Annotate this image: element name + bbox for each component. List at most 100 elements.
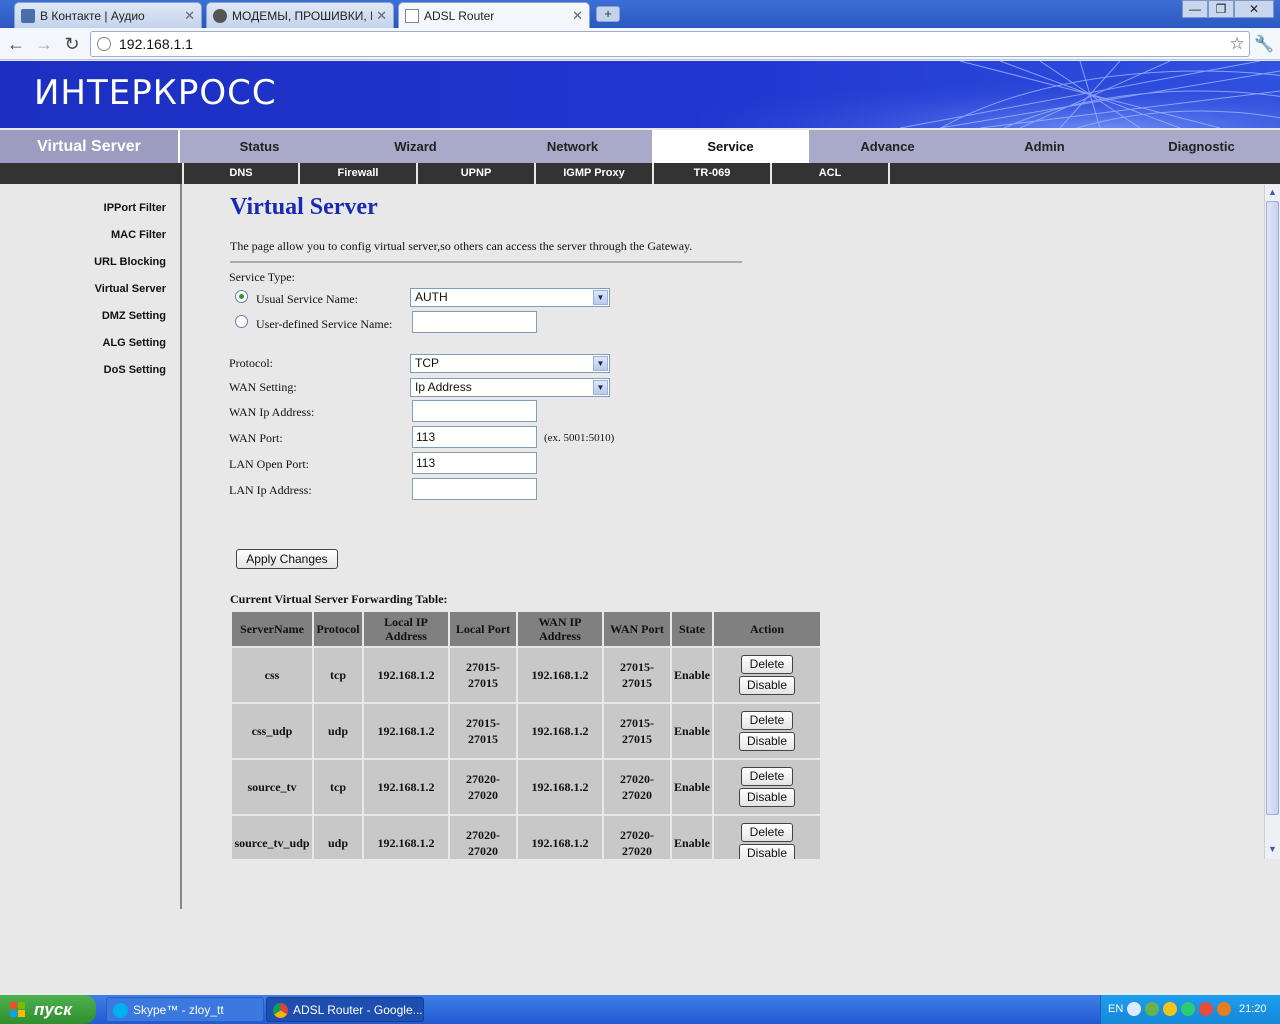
url-text[interactable]: 192.168.1.1 — [119, 36, 1225, 52]
cell-servername: css_udp — [232, 704, 312, 758]
cell-protocol: udp — [314, 816, 362, 859]
delete-button[interactable]: Delete — [741, 711, 794, 730]
usual-service-radio[interactable] — [235, 290, 248, 303]
cell-wan-port: 27015-27015 — [604, 648, 670, 702]
browser-nav-bar: ← → ↻ 192.168.1.1 ☆ 🔧 — [0, 28, 1280, 60]
reload-icon[interactable]: ↻ — [60, 32, 84, 56]
cell-local-ip: 192.168.1.2 — [364, 648, 448, 702]
submenu-tr069[interactable]: TR-069 — [654, 163, 772, 184]
col-wan-port: WAN Port — [604, 612, 670, 646]
star-icon[interactable]: ☆ — [1225, 34, 1249, 54]
menu-service[interactable]: Service — [652, 130, 809, 163]
taskbar-item-chrome[interactable]: ADSL Router - Google... — [266, 997, 424, 1022]
menu-status[interactable]: Status — [182, 130, 337, 163]
wan-ip-input[interactable] — [412, 400, 537, 422]
globe-graphic — [700, 61, 1280, 128]
cell-state: Enable — [672, 816, 713, 859]
disable-button[interactable]: Disable — [739, 676, 796, 695]
wan-port-input[interactable]: 113 — [412, 426, 537, 448]
submenu-firewall[interactable]: Firewall — [300, 163, 418, 184]
lan-ip-input[interactable] — [412, 478, 537, 500]
table-row: css_udp udp 192.168.1.2 27015-27015 192.… — [232, 704, 821, 758]
protocol-label: Protocol: — [229, 356, 273, 370]
menu-network[interactable]: Network — [494, 130, 651, 163]
chevron-down-icon: ▼ — [593, 356, 608, 371]
sidebar-item-virtual-server[interactable]: Virtual Server — [95, 283, 166, 295]
sidebar-item-ipport-filter[interactable]: IPPort Filter — [104, 202, 166, 214]
apply-changes-button[interactable]: Apply Changes — [236, 549, 338, 569]
scroll-thumb[interactable] — [1266, 201, 1279, 815]
back-arrow-icon[interactable]: ← — [4, 32, 28, 56]
start-button[interactable]: пуск — [0, 995, 96, 1024]
disable-button[interactable]: Disable — [739, 788, 796, 807]
cell-local-ip: 192.168.1.2 — [364, 760, 448, 814]
lan-port-input[interactable]: 113 — [412, 452, 537, 474]
new-tab-button[interactable]: + — [596, 6, 620, 22]
close-icon[interactable]: ✕ — [376, 8, 387, 24]
close-icon[interactable]: ✕ — [184, 8, 195, 24]
sidebar-item-dos-setting[interactable]: DoS Setting — [104, 364, 166, 376]
delete-button[interactable]: Delete — [741, 823, 794, 842]
windows-taskbar: пуск Skype™ - zloy_tt ADSL Router - Goog… — [0, 995, 1280, 1024]
protocol-select[interactable]: TCP ▼ — [410, 354, 610, 373]
sidebar-item-mac-filter[interactable]: MAC Filter — [111, 229, 166, 241]
usual-service-select[interactable]: AUTH ▼ — [410, 288, 610, 307]
disable-button[interactable]: Disable — [739, 844, 796, 859]
page-description: The page allow you to config virtual ser… — [230, 239, 693, 253]
wrench-icon[interactable]: 🔧 — [1254, 34, 1274, 54]
network-icon[interactable] — [1145, 1002, 1159, 1016]
cell-wan-port: 27020-27020 — [604, 760, 670, 814]
wan-setting-select[interactable]: Ip Address ▼ — [410, 378, 610, 397]
scroll-up-icon[interactable]: ▲ — [1266, 186, 1279, 199]
submenu-acl[interactable]: ACL — [772, 163, 890, 184]
shield-icon[interactable] — [1163, 1002, 1177, 1016]
cell-action: Delete Disable — [714, 704, 821, 758]
user-defined-input[interactable] — [412, 311, 537, 333]
browser-tab-adsl-router[interactable]: ADSL Router ✕ — [398, 2, 590, 28]
user-defined-label: User-defined Service Name: — [256, 317, 393, 331]
user-defined-radio[interactable] — [235, 315, 248, 328]
menu-admin[interactable]: Admin — [966, 130, 1123, 163]
task-label: ADSL Router - Google... — [293, 1003, 423, 1017]
tray-arrow-icon[interactable] — [1127, 1002, 1141, 1016]
maximize-button[interactable]: ❐ — [1208, 0, 1234, 18]
content-scrollbar[interactable]: ▲ ▼ — [1264, 185, 1280, 859]
chrome-icon — [273, 1003, 288, 1018]
minimize-button[interactable]: — — [1182, 0, 1208, 18]
submenu-dns[interactable]: DNS — [182, 163, 300, 184]
sidebar-item-url-blocking[interactable]: URL Blocking — [94, 256, 166, 268]
chevron-down-icon: ▼ — [593, 380, 608, 395]
menu-advance[interactable]: Advance — [809, 130, 966, 163]
window-close-button[interactable]: ✕ — [1234, 0, 1274, 18]
delete-button[interactable]: Delete — [741, 767, 794, 786]
antivirus-icon[interactable] — [1199, 1002, 1213, 1016]
browser-tab-vk[interactable]: В Контакте | Аудио ✕ — [14, 2, 202, 28]
sidebar-item-alg-setting[interactable]: ALG Setting — [102, 337, 166, 349]
taskbar-item-skype[interactable]: Skype™ - zloy_tt — [106, 997, 264, 1022]
submenu-upnp[interactable]: UPNP — [418, 163, 536, 184]
address-bar[interactable]: 192.168.1.1 ☆ — [90, 31, 1250, 57]
cell-wan-ip: 192.168.1.2 — [518, 704, 602, 758]
wan-setting-label: WAN Setting: — [229, 380, 297, 394]
table-header-row: ServerName Protocol Local IP Address Loc… — [232, 612, 821, 646]
gear-icon[interactable] — [1181, 1002, 1195, 1016]
scroll-down-icon[interactable]: ▼ — [1266, 843, 1279, 856]
wan-port-label: WAN Port: — [229, 431, 283, 445]
close-icon[interactable]: ✕ — [572, 8, 583, 24]
forward-arrow-icon[interactable]: → — [32, 32, 56, 56]
update-icon[interactable] — [1217, 1002, 1231, 1016]
col-state: State — [672, 612, 713, 646]
system-tray: EN 21:20 — [1100, 995, 1280, 1024]
sidebar-item-dmz-setting[interactable]: DMZ Setting — [102, 310, 166, 322]
table-row: source_tv tcp 192.168.1.2 27020-27020 19… — [232, 760, 821, 814]
delete-button[interactable]: Delete — [741, 655, 794, 674]
cell-protocol: udp — [314, 704, 362, 758]
protocol-value: TCP — [415, 356, 439, 370]
language-indicator[interactable]: EN — [1108, 1003, 1123, 1015]
browser-tab-modems[interactable]: МОДЕМЫ, ПРОШИВКИ, И... ✕ — [206, 2, 394, 28]
forwarding-table: ServerName Protocol Local IP Address Loc… — [230, 610, 822, 859]
menu-wizard[interactable]: Wizard — [337, 130, 494, 163]
menu-diagnostic[interactable]: Diagnostic — [1123, 130, 1280, 163]
submenu-igmp-proxy[interactable]: IGMP Proxy — [536, 163, 654, 184]
disable-button[interactable]: Disable — [739, 732, 796, 751]
